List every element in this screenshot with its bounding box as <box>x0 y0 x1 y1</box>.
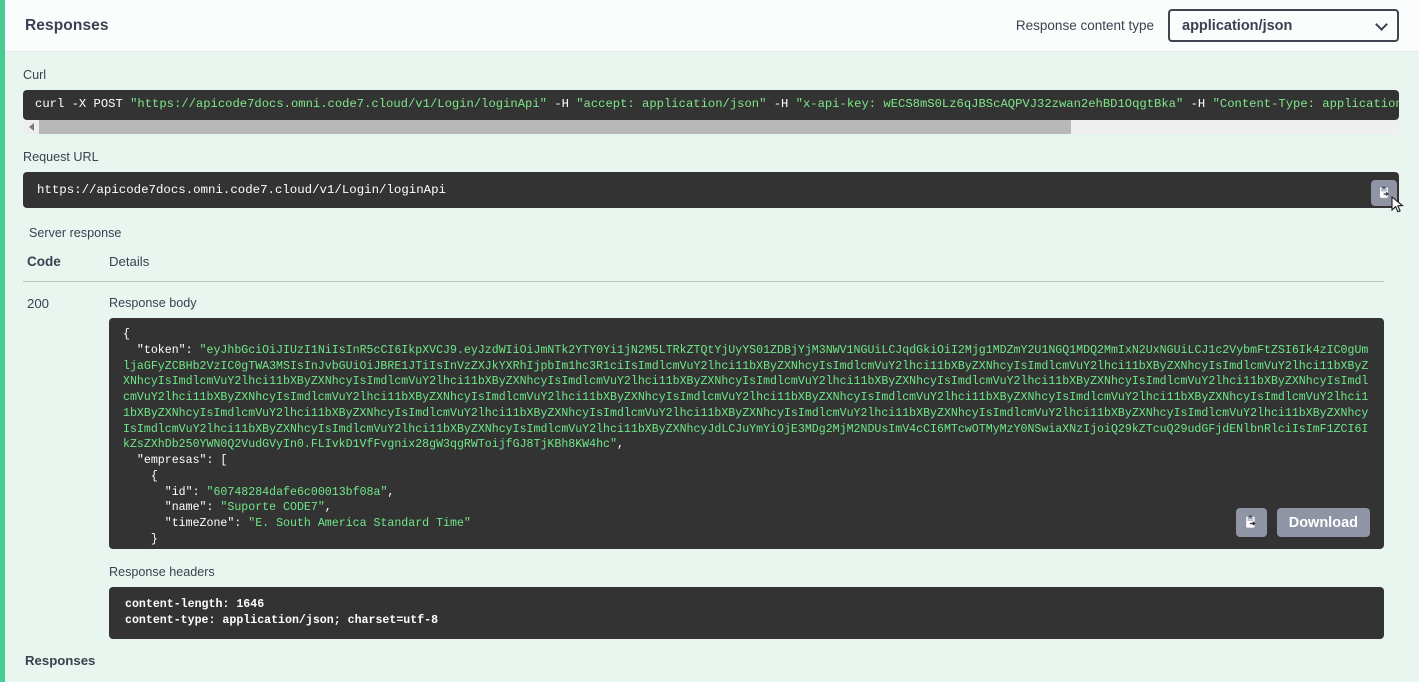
column-header-details: Details <box>109 254 150 269</box>
scroll-left-arrow-icon[interactable] <box>23 120 39 134</box>
response-body-json: { "token": "eyJhbGciOiJIUzI1NiIsInR5cCI6… <box>123 328 1369 549</box>
table-row: 200 Response body { "token": "eyJhbGciOi… <box>23 282 1384 639</box>
server-response-label: Server response <box>29 226 122 240</box>
table-header-row: Code Details <box>23 254 1384 282</box>
curl-horizontal-scrollbar[interactable] <box>23 120 1399 134</box>
curl-command-text: curl -X POST "https://apicode7docs.omni.… <box>35 97 1399 112</box>
request-url-block: https://apicode7docs.omni.code7.cloud/v1… <box>23 172 1399 208</box>
response-body-block: { "token": "eyJhbGciOiJIUzI1NiIsInR5cCI6… <box>109 318 1384 549</box>
response-headers-block: content-length: 1646 content-type: appli… <box>109 587 1384 639</box>
curl-label: Curl <box>23 68 47 82</box>
curl-command-block: curl -X POST "https://apicode7docs.omni.… <box>23 90 1399 120</box>
server-response-table: Code Details 200 Response body { "token"… <box>23 254 1384 639</box>
response-details-cell: Response body { "token": "eyJhbGciOiJIUz… <box>109 296 1384 639</box>
page-title: Responses <box>25 16 109 34</box>
response-content-type-label: Response content type <box>1015 18 1154 33</box>
response-headers-text: content-length: 1646 content-type: appli… <box>125 598 439 627</box>
chevron-down-icon <box>1375 17 1388 31</box>
response-body-actions: Download <box>1235 508 1370 537</box>
response-content-type-value: application/json <box>1182 17 1293 34</box>
responses-header: Responses Response content type applicat… <box>5 0 1419 52</box>
copy-icon[interactable] <box>1371 180 1397 206</box>
column-header-code: Code <box>27 254 61 269</box>
request-url-label: Request URL <box>23 150 99 164</box>
response-headers-label: Response headers <box>109 565 215 579</box>
response-body-label: Response body <box>109 296 197 310</box>
download-button[interactable]: Download <box>1276 508 1370 537</box>
response-content-type-select[interactable]: application/json <box>1168 9 1399 42</box>
response-content-type-group: Response content type application/json <box>1016 9 1399 42</box>
scrollbar-track[interactable] <box>1071 120 1399 134</box>
response-body-wrap: Curl curl -X POST "https://apicode7docs.… <box>5 68 1419 668</box>
scrollbar-thumb[interactable] <box>39 120 1071 134</box>
swagger-response-panel: Responses Response content type applicat… <box>0 0 1419 682</box>
copy-icon[interactable] <box>1235 508 1267 537</box>
status-code-value: 200 <box>27 296 50 311</box>
responses-footer-label: Responses <box>25 652 96 668</box>
